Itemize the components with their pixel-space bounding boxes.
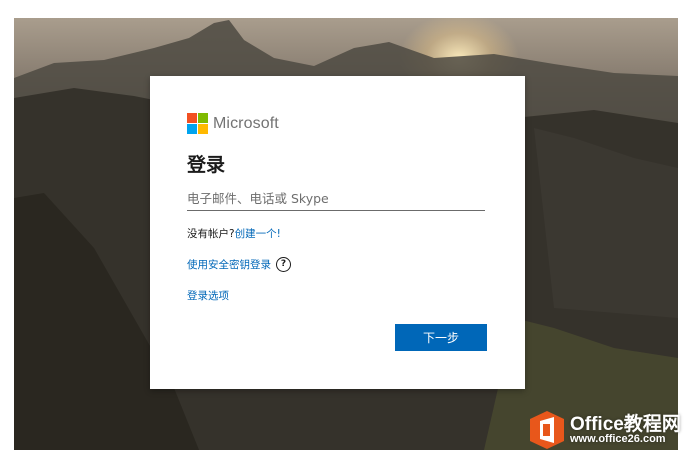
logo-square-yellow (198, 124, 208, 134)
watermark-title: Office教程网 (570, 414, 681, 435)
logo-square-green (198, 113, 208, 123)
logo-square-blue (187, 124, 197, 134)
create-account-link[interactable]: 创建一个! (235, 228, 281, 240)
logo-square-red (187, 113, 197, 123)
page-title: 登录 (187, 154, 226, 176)
security-key-row: 使用安全密钥登录 ? (187, 257, 291, 272)
office-logo-icon (530, 411, 564, 449)
no-account-text: 没有帐户? (187, 228, 235, 240)
security-key-link[interactable]: 使用安全密钥登录 (187, 257, 271, 272)
watermark-url: www.office26.com (570, 433, 666, 445)
microsoft-logo-icon (187, 113, 208, 134)
signin-options-link[interactable]: 登录选项 (187, 288, 229, 303)
help-icon[interactable]: ? (276, 257, 291, 272)
watermark: Office教程网 www.office26.com (526, 406, 688, 454)
no-account-row: 没有帐户?创建一个! (187, 226, 281, 241)
signin-card: Microsoft 登录 没有帐户?创建一个! 使用安全密钥登录 ? 登录选项 … (150, 76, 525, 389)
email-field[interactable] (187, 186, 485, 211)
brand-name: Microsoft (213, 114, 279, 132)
next-button[interactable]: 下一步 (395, 324, 487, 351)
brand: Microsoft (187, 113, 279, 134)
